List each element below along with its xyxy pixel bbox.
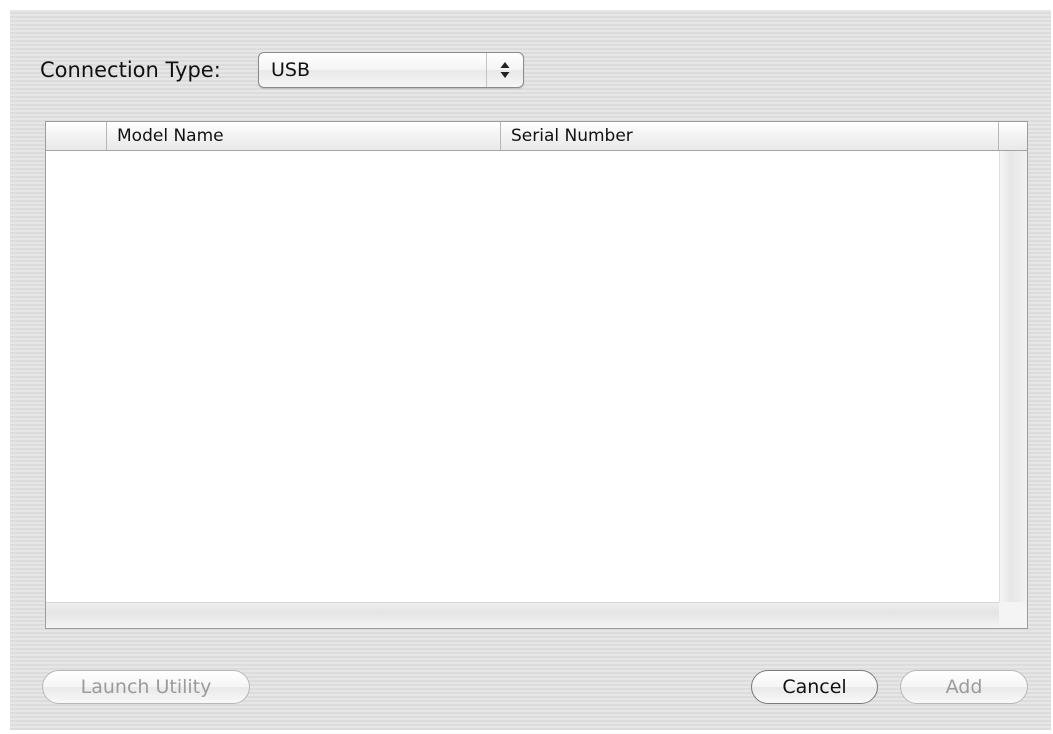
up-down-arrows-icon — [486, 53, 523, 87]
column-header-model-name[interactable]: Model Name — [107, 122, 501, 150]
table-header: Model Name Serial Number — [46, 122, 1027, 151]
header-corner — [999, 122, 1027, 150]
add-button[interactable]: Add — [900, 670, 1028, 704]
device-table[interactable]: Model Name Serial Number — [45, 121, 1028, 629]
connection-type-value: USB — [271, 59, 311, 81]
connection-type-popup[interactable]: USB — [258, 52, 524, 88]
scrollbar-corner — [999, 602, 1027, 628]
add-printer-dialog: Connection Type: USB Model Name Serial N… — [10, 10, 1051, 730]
horizontal-scrollbar[interactable] — [46, 602, 999, 628]
column-header-model-name-label: Model Name — [117, 126, 224, 146]
table-body[interactable] — [46, 151, 999, 602]
cancel-button[interactable]: Cancel — [751, 670, 878, 704]
column-header-serial-number[interactable]: Serial Number — [501, 122, 999, 150]
column-header-select[interactable] — [46, 122, 107, 150]
launch-utility-button[interactable]: Launch Utility — [42, 670, 250, 704]
column-header-serial-number-label: Serial Number — [511, 126, 633, 146]
vertical-scrollbar[interactable] — [999, 151, 1027, 602]
connection-type-label: Connection Type: — [40, 58, 221, 82]
